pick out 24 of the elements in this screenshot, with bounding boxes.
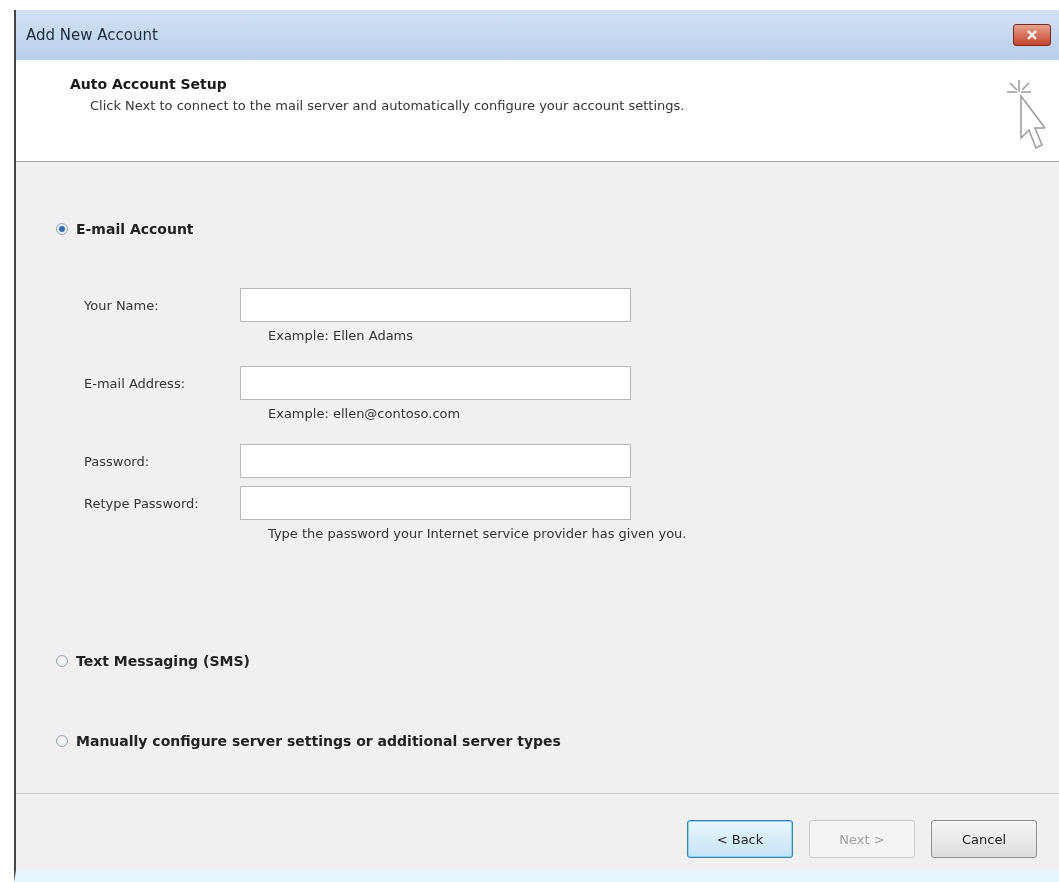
dialog-button[interactable]: Cancel [931, 820, 1037, 858]
option-label: Text Messaging (SMS) [76, 653, 250, 669]
radio-button[interactable] [56, 223, 68, 235]
option-label: E-mail Account [76, 221, 194, 237]
close-button[interactable] [1013, 24, 1051, 46]
field-hint: Type the password your Internet service provider has given you. [267, 525, 687, 543]
option-label: Manually configure server settings or additional server types [76, 733, 561, 749]
field-label: Your Name: [84, 297, 160, 313]
field-label: Password: [84, 453, 151, 469]
input-field[interactable] [240, 444, 631, 478]
field-label: Retype Password: [84, 495, 200, 511]
window-title: Add New Account [26, 26, 158, 44]
field-label: E-mail Address: [84, 375, 187, 391]
dialog-button[interactable]: < Back [687, 820, 793, 858]
field-hint: Example: Ellen Adams [267, 327, 414, 345]
header-subtitle: Click Next to connect to the mail server and automatically configure your account settings. [90, 98, 685, 113]
input-field[interactable] [240, 366, 631, 400]
input-field[interactable] [240, 486, 631, 520]
radio-button[interactable] [56, 735, 68, 747]
close-icon [1027, 30, 1037, 40]
input-field[interactable] [240, 288, 631, 322]
field-hint: Example: ellen@contoso.com [267, 405, 461, 423]
radio-button[interactable] [56, 655, 68, 667]
header-title: Auto Account Setup [70, 76, 228, 92]
